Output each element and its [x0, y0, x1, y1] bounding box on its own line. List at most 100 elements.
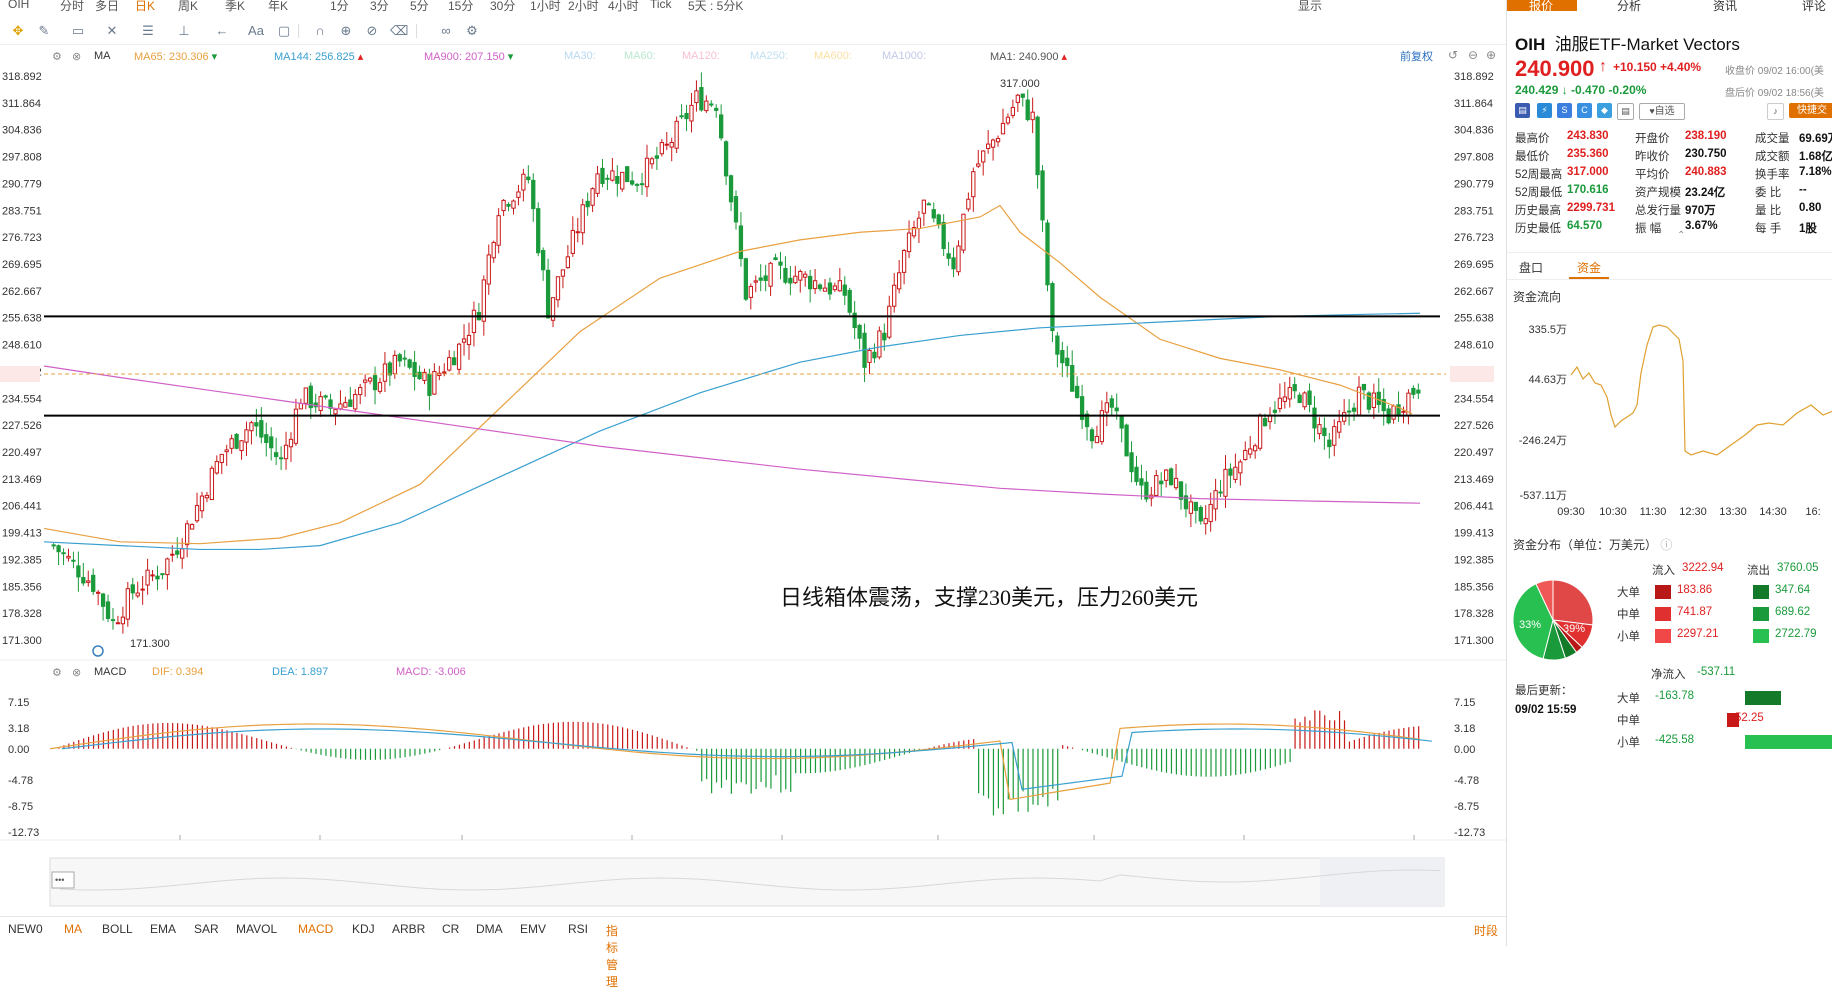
help-icon[interactable]: ⓘ — [1660, 538, 1672, 552]
ma900-line — [43, 365, 1421, 504]
right-axis-tick: 220.497 — [1454, 447, 1494, 459]
indicator-tab-3[interactable]: EMA — [150, 922, 176, 936]
candle — [1010, 106, 1016, 116]
candle — [901, 250, 907, 273]
candle — [605, 177, 610, 180]
quick-trade-button[interactable]: 快捷交 — [1789, 103, 1832, 118]
candle — [1055, 335, 1060, 355]
candle — [466, 334, 472, 346]
tag-icon[interactable]: ◆ — [1597, 103, 1612, 118]
right-axis-tick: 269.695 — [1454, 259, 1494, 271]
feature-icon[interactable]: ⚡ — [1537, 103, 1552, 118]
tab-analysis[interactable]: 分析 — [1617, 0, 1641, 14]
candle — [61, 552, 66, 555]
c-icon[interactable]: C — [1577, 103, 1592, 118]
indicator-tab-2[interactable]: BOLL — [102, 922, 133, 936]
left-axis-tick: 192.385 — [2, 554, 42, 566]
candle — [555, 276, 561, 301]
candle — [748, 285, 753, 298]
candle — [783, 267, 788, 283]
indicator-tab-4[interactable]: SAR — [194, 922, 219, 936]
candle — [1030, 111, 1035, 121]
indicator-tab-10[interactable]: DMA — [476, 922, 503, 936]
candle — [634, 183, 640, 186]
indicator-tab-0[interactable]: NEW0 — [8, 922, 43, 936]
candle — [526, 176, 531, 181]
candle — [1342, 412, 1347, 422]
macd-axis-left: -12.73 — [8, 827, 39, 839]
net-bar — [1745, 691, 1781, 705]
alert-bell-icon[interactable]: ♪ — [1767, 103, 1784, 120]
indicator-tab-11[interactable]: EMV — [520, 922, 546, 936]
candle — [1119, 415, 1124, 429]
tab-comments[interactable]: 评论 — [1802, 0, 1826, 14]
net-bar — [1745, 735, 1832, 749]
left-axis-tick: 185.356 — [2, 581, 42, 593]
candle — [1307, 390, 1312, 405]
gear-icon[interactable]: ⚙ — [52, 666, 62, 679]
overview-window — [1320, 858, 1444, 906]
candle — [402, 357, 407, 360]
candle — [323, 395, 328, 398]
indicator-tab-6[interactable]: MACD — [298, 922, 333, 936]
candle — [417, 371, 422, 380]
candle — [1075, 385, 1080, 399]
doc-icon[interactable]: ▤ — [1617, 103, 1634, 120]
right-axis-tick: 311.864 — [1454, 98, 1493, 110]
candle — [906, 232, 912, 253]
kline-chart[interactable]: 318.892 318.892 311.864 311.864 304.836 304.8… — [0, 0, 1506, 946]
indicator-tab-12[interactable]: RSI — [568, 922, 588, 936]
watchlist-button[interactable]: ♥自选 — [1639, 103, 1685, 120]
tab-quote[interactable]: 报价 — [1529, 0, 1553, 14]
s-icon[interactable]: S — [1557, 103, 1572, 118]
candle — [264, 434, 269, 443]
candle — [491, 241, 496, 259]
candle — [872, 351, 877, 359]
candle — [51, 544, 56, 547]
updated-label: 最后更新： — [1515, 685, 1573, 697]
candle — [1104, 402, 1109, 413]
stat-value: 238.190 — [1685, 130, 1727, 142]
close-icon[interactable]: ⊗ — [72, 666, 81, 679]
stat-value: 0.80 — [1799, 202, 1822, 214]
right-axis-tick: 192.385 — [1454, 554, 1494, 566]
candle — [1203, 518, 1208, 525]
candle — [951, 257, 956, 270]
tab-orderbook[interactable]: 盘口 — [1519, 259, 1543, 276]
indicator-tab-7[interactable]: KDJ — [352, 922, 375, 936]
flow-time-label: 10:30 — [1599, 506, 1627, 518]
inflow-label: 流入 — [1652, 565, 1675, 577]
updated-time: 09/02 15:59 — [1515, 704, 1577, 716]
stat-label: 量 比 — [1755, 205, 1782, 217]
candle — [442, 371, 447, 374]
candle — [486, 254, 491, 285]
tab-news[interactable]: 资讯 — [1713, 0, 1737, 14]
pie-label: 33% — [1519, 619, 1541, 631]
tab-capital[interactable]: 资金 — [1577, 259, 1601, 276]
right-axis-tick: 283.751 — [1454, 205, 1494, 217]
macd-label: MACD — [94, 666, 127, 678]
pie-slice — [1552, 579, 1594, 626]
indicator-tab-13[interactable]: 指标管理 — [606, 922, 618, 990]
candle — [91, 574, 96, 592]
stat-label: 昨收价 — [1635, 151, 1670, 163]
candle — [590, 188, 595, 206]
indicator-tab-9[interactable]: CR — [442, 922, 459, 936]
candle — [427, 373, 432, 396]
indicator-tab-8[interactable]: ARBR — [392, 922, 425, 936]
collapse-icon[interactable]: ⌃ — [1677, 230, 1685, 241]
right-axis-tick: 318.892 — [1454, 71, 1494, 83]
indicator-tab-5[interactable]: MAVOL — [236, 922, 277, 936]
stat-label: 52周最低 — [1515, 187, 1563, 199]
candle — [738, 225, 744, 260]
right-axis-tick: 227.526 — [1454, 420, 1494, 432]
right-axis-tick: 185.356 — [1454, 581, 1494, 593]
candle — [1411, 387, 1416, 395]
row-label: 中单 — [1617, 609, 1640, 621]
ma144-line — [43, 312, 1421, 551]
row-label: 小单 — [1617, 631, 1640, 643]
distribution-title: 资金分布（单位：万美元） ⓘ — [1513, 538, 1673, 552]
indicator-tab-1[interactable]: MA — [64, 922, 82, 936]
session-button[interactable]: 时段 — [1474, 922, 1498, 939]
stat-value: 23.24亿 — [1685, 187, 1726, 199]
